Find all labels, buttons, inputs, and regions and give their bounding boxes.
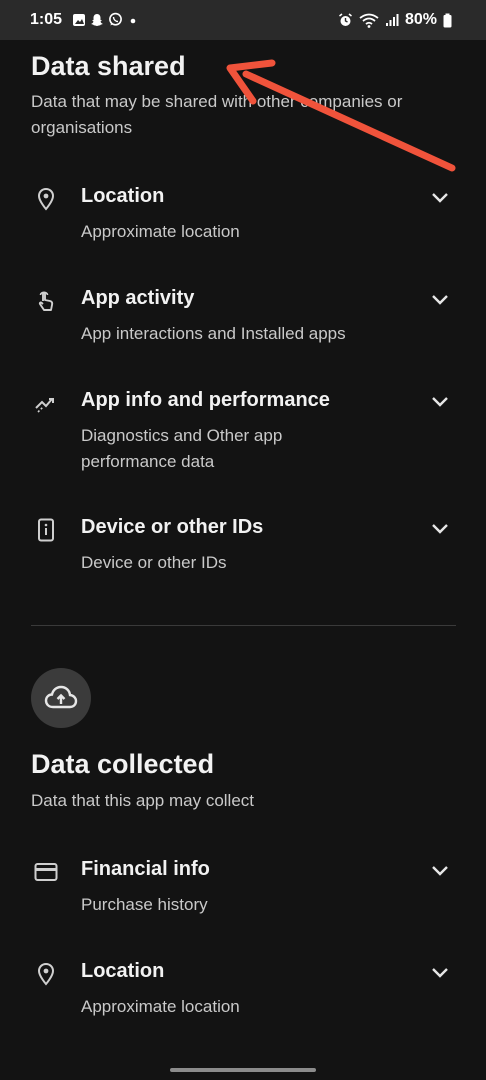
location-pin-icon	[37, 962, 55, 986]
item-title: Financial info	[81, 858, 210, 880]
item-title: Device or other IDs	[81, 516, 264, 538]
item-subtitle: Approximate location	[81, 997, 240, 1016]
chevron-down-icon[interactable]	[430, 864, 450, 878]
data-collected-title: Data collected	[31, 749, 215, 779]
cloud-upload-icon	[31, 668, 91, 728]
chevron-down-icon[interactable]	[430, 522, 450, 536]
item-title: App activity	[81, 287, 195, 309]
collected-item-financial-info[interactable]: Financial info Purchase history	[0, 858, 486, 918]
performance-trend-icon	[35, 398, 54, 413]
item-subtitle: Purchase history	[81, 895, 208, 914]
item-subtitle: App interactions and Installed apps	[81, 324, 346, 343]
chevron-down-icon[interactable]	[430, 966, 450, 980]
data-collected-subtitle: Data that this app may collect	[31, 791, 255, 810]
item-subtitle: Diagnostics and Other app performance da…	[81, 426, 283, 471]
touch-hand-icon	[38, 291, 54, 311]
device-id-icon	[38, 518, 54, 542]
collected-item-location[interactable]: Location Approximate location	[0, 960, 486, 1020]
shared-item-app-activity[interactable]: App activity App interactions and Instal…	[0, 287, 486, 347]
shared-item-device-ids[interactable]: Device or other IDs Device or other IDs	[0, 516, 486, 576]
item-title: Location	[81, 960, 165, 982]
chevron-down-icon[interactable]	[430, 395, 450, 409]
credit-card-icon	[34, 863, 58, 881]
item-subtitle: Device or other IDs	[81, 553, 227, 572]
item-title: App info and performance	[81, 389, 330, 411]
annotation-arrow	[226, 59, 456, 172]
item-subtitle: Approximate location	[81, 222, 240, 241]
section-divider	[31, 625, 456, 626]
home-indicator[interactable]	[170, 1068, 316, 1072]
chevron-down-icon[interactable]	[430, 293, 450, 307]
shared-item-app-info-performance[interactable]: App info and performance Diagnostics and…	[0, 389, 486, 475]
